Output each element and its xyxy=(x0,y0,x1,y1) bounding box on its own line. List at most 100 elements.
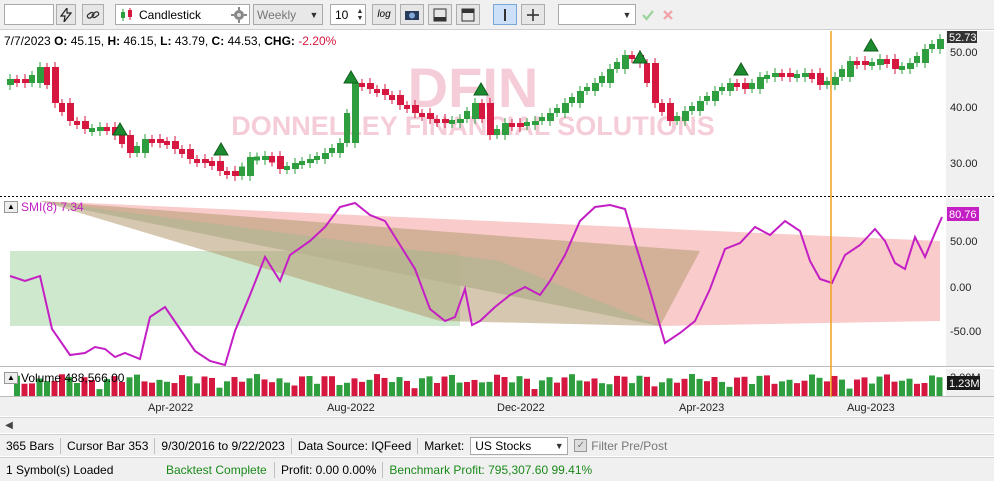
chart-canvas[interactable]: DFIN DONNELLEY FINANCIAL SOLUTIONS 50.00… xyxy=(0,31,994,416)
candle-body xyxy=(59,103,65,112)
camera-icon xyxy=(405,10,419,20)
volume-bar xyxy=(726,386,733,396)
settings-button[interactable] xyxy=(228,4,250,25)
smi-shaded-regions xyxy=(10,201,940,326)
volume-bar xyxy=(891,381,898,396)
volume-bar xyxy=(749,383,755,396)
date-tick: Apr-2023 xyxy=(679,402,724,414)
low-value: 43.79 xyxy=(174,34,205,48)
candle-body xyxy=(292,163,299,169)
high-value: 46.15 xyxy=(123,34,154,48)
layout-top-button[interactable] xyxy=(456,4,480,25)
volume-last-label: 1.23M xyxy=(949,378,980,390)
drawing-tool-select[interactable]: ▼ xyxy=(558,4,636,25)
layout-bottom-button[interactable] xyxy=(428,4,452,25)
candle-body xyxy=(869,62,875,66)
cancel-button[interactable] xyxy=(659,6,677,24)
date-tick: Aug-2023 xyxy=(847,402,895,414)
candle-body xyxy=(239,166,245,176)
close-icon xyxy=(663,10,673,20)
scroll-left-arrow[interactable]: ◀ xyxy=(2,418,16,433)
buy-signal-icon xyxy=(632,50,648,64)
volume-bar xyxy=(621,376,628,396)
volume-bar xyxy=(764,375,770,396)
gear-icon xyxy=(231,6,247,23)
open-value: 45.15 xyxy=(70,34,101,48)
candle-body xyxy=(44,67,50,85)
candle-body xyxy=(7,79,14,85)
candle-body xyxy=(89,128,95,132)
candle-body xyxy=(667,103,674,121)
volume-bar xyxy=(704,381,710,396)
cursor-line-button[interactable] xyxy=(493,4,517,25)
candle-body xyxy=(907,63,914,69)
candle-body xyxy=(787,73,794,77)
candle-body xyxy=(539,117,545,121)
date-tick: Apr-2022 xyxy=(148,402,193,414)
candle-body xyxy=(742,83,749,89)
volume-bar xyxy=(321,376,328,396)
candle-body xyxy=(157,139,164,143)
candle-body xyxy=(682,111,689,121)
camera-button[interactable] xyxy=(400,4,424,25)
volume-bar xyxy=(471,379,478,396)
volume-bar xyxy=(659,382,665,396)
volume-bar xyxy=(839,379,845,396)
symbols-loaded-status: 1 Symbol(s) Loaded xyxy=(6,462,114,477)
candle-body xyxy=(779,73,785,77)
ohlc-header: 7/7/2023 O: 45.15, H: 46.15, L: 43.79, C… xyxy=(4,34,337,48)
volume-bar xyxy=(546,377,553,396)
candle-body xyxy=(764,75,770,79)
volume-bar xyxy=(531,389,538,396)
crosshair-button[interactable] xyxy=(521,4,545,25)
volume-bar xyxy=(651,386,658,396)
volume-bar xyxy=(524,378,530,396)
log-scale-button[interactable]: log xyxy=(372,4,396,25)
volume-bar xyxy=(464,381,470,396)
horizontal-scrollbar[interactable]: ◀ xyxy=(0,417,994,433)
candle-body xyxy=(97,127,104,131)
volume-bar xyxy=(711,377,718,396)
symbol-input[interactable] xyxy=(4,4,54,25)
market-select[interactable]: US Stocks ▼ xyxy=(470,436,569,455)
volume-bar xyxy=(809,374,815,396)
candle-body xyxy=(82,121,89,129)
candle-body xyxy=(892,59,899,69)
link-button[interactable] xyxy=(82,4,104,25)
market-label: Market: xyxy=(424,438,465,453)
bar-count-stepper[interactable]: 10 ▲ ▼ xyxy=(330,4,366,25)
volume-bar xyxy=(584,381,590,396)
candle-body xyxy=(277,156,284,169)
candle-body xyxy=(524,122,530,126)
candle-body xyxy=(914,56,920,63)
filter-checkbox[interactable]: ✓ xyxy=(574,439,588,452)
lightning-button[interactable] xyxy=(56,4,76,25)
status-bar-top: 365 Bars Cursor Bar 353 9/30/2016 to 9/2… xyxy=(0,434,994,456)
volume-bar xyxy=(194,383,200,396)
collapse-volume-button[interactable]: ▲ xyxy=(4,372,18,384)
candle-body xyxy=(142,139,149,153)
candle-body xyxy=(382,89,389,95)
volume-bar xyxy=(426,376,433,396)
log-label: log xyxy=(377,9,391,20)
candle-body xyxy=(614,62,620,69)
candle-body xyxy=(22,79,29,83)
volume-bar xyxy=(411,388,418,396)
volume-bar xyxy=(239,381,245,396)
smi-title: ▲ SMI(8) 7.34 xyxy=(4,200,84,214)
candle-body xyxy=(224,171,230,175)
interval-label: Weekly xyxy=(257,7,297,22)
collapse-smi-button[interactable]: ▲ xyxy=(4,201,18,213)
chart-area[interactable]: DFIN DONNELLEY FINANCIAL SOLUTIONS 50.00… xyxy=(0,31,994,416)
volume-bar xyxy=(314,383,320,396)
volume-bar xyxy=(846,388,853,396)
volume-bar xyxy=(674,382,680,396)
candle-body xyxy=(434,119,440,123)
candle-body xyxy=(337,143,344,153)
candle-body xyxy=(202,159,209,163)
volume-bar xyxy=(629,383,635,396)
interval-select[interactable]: Weekly ▼ xyxy=(253,4,323,25)
market-value: US Stocks xyxy=(475,438,532,453)
candle-body xyxy=(359,83,365,87)
confirm-button[interactable] xyxy=(639,6,657,24)
